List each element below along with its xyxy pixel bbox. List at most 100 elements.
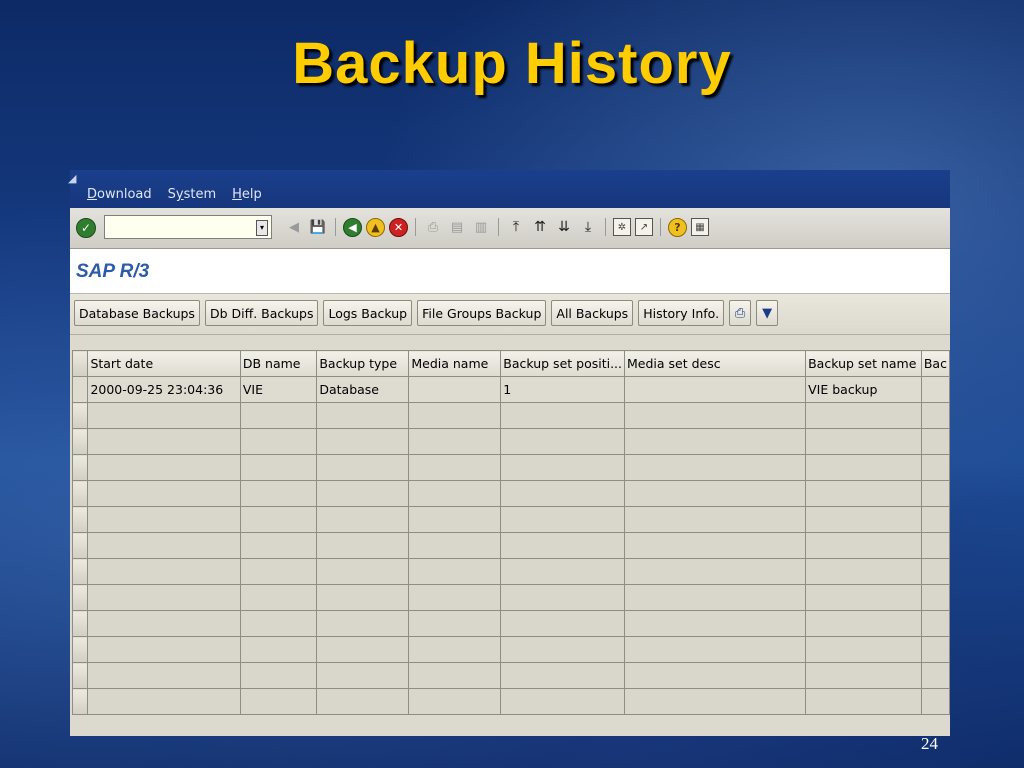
table-cell [920,480,950,507]
column-header[interactable]: Backup set name [805,350,922,377]
table-cell [805,558,922,585]
select-all-cell[interactable] [71,350,89,377]
table-cell [500,532,625,559]
table-cell [316,480,410,507]
last-page-icon[interactable]: ⤓ [578,217,598,237]
column-header[interactable]: Backup type [316,350,410,377]
window-menu-icon[interactable]: ◢ [68,172,76,185]
table-row[interactable] [71,428,950,455]
table-cell [920,584,950,611]
table-cell [408,688,502,715]
table-row[interactable] [71,558,950,585]
table-cell [805,532,922,559]
row-selector[interactable] [71,636,89,663]
exit-icon[interactable]: ▲ [366,217,385,237]
row-selector[interactable] [71,402,89,429]
row-selector[interactable] [71,662,89,689]
command-history-icon[interactable]: ▾ [256,220,268,236]
slide-title: Backup History [292,31,732,96]
create-session-icon[interactable]: ✲ [613,218,631,236]
toolbar-separator [660,218,661,236]
column-header[interactable]: DB name [239,350,318,377]
backup-history-table: Start date DB name Backup type Media nam… [71,350,950,715]
table-header-row: Start date DB name Backup type Media nam… [71,350,950,377]
filter-icon[interactable]: ▼ [756,300,779,326]
table-cell [408,506,502,533]
table-cell [623,688,807,715]
sap-window: ◢ Download System Help ✓ ▾ ◀ 💾 ◀ ▲ ✕ ⎙ ▤… [68,170,950,736]
row-selector[interactable] [71,584,89,611]
row-selector[interactable] [71,558,89,585]
row-selector[interactable] [71,428,89,455]
back-icon[interactable]: ◀ [343,217,362,237]
print-icon[interactable]: ⎙ [423,217,443,237]
table-row[interactable] [71,662,950,689]
file-groups-backup-button[interactable]: File Groups Backup [417,300,547,326]
row-selector[interactable] [71,532,89,559]
menu-help[interactable]: Help [232,187,262,202]
next-page-icon[interactable]: ⇊ [554,217,574,237]
menu-download[interactable]: Download [87,187,152,202]
table-cell [87,584,241,611]
row-selector[interactable] [71,610,89,637]
history-info-button[interactable]: History Info. [638,300,725,326]
title-bar: SAP R/3 [70,249,950,294]
table-cell [920,636,950,663]
table-cell [805,610,922,637]
menu-system[interactable]: System [168,187,217,202]
collapse-arrow-icon[interactable]: ◀ [284,217,304,237]
table-row[interactable] [71,506,950,533]
table-cell [87,688,241,715]
table-cell [239,584,318,611]
enter-check-icon[interactable]: ✓ [76,218,96,238]
column-header[interactable]: Media name [408,350,502,377]
find-next-icon[interactable]: ▥ [471,217,491,237]
all-backups-button[interactable]: All Backups [551,300,634,326]
table-row[interactable] [71,532,950,559]
find-icon[interactable]: ▤ [447,217,467,237]
row-selector[interactable] [71,376,89,403]
table-cell [316,584,410,611]
table-cell [920,688,950,715]
table-cell [623,610,807,637]
column-header[interactable]: Media set desc [623,350,807,377]
help-icon[interactable]: ? [668,217,687,237]
shortcut-icon[interactable]: ↗ [635,218,653,236]
table-row[interactable] [71,454,950,481]
table-row[interactable] [71,584,950,611]
column-header[interactable]: Backup set positi... [500,350,625,377]
column-header[interactable]: Start date [87,350,241,377]
logs-backup-button[interactable]: Logs Backup [323,300,413,326]
table-row[interactable] [71,480,950,507]
table-cell [87,454,241,481]
table-cell [623,480,807,507]
row-selector[interactable] [71,454,89,481]
database-backups-button[interactable]: Database Backups [74,300,200,326]
table-cell [500,688,625,715]
table-cell [920,376,950,403]
table-cell [623,532,807,559]
table-row[interactable] [71,636,950,663]
command-field[interactable] [104,215,272,239]
table-row[interactable] [71,610,950,637]
layout-menu-icon[interactable]: ▦ [691,218,709,236]
row-selector[interactable] [71,506,89,533]
column-header[interactable]: Bac [920,350,950,377]
row-selector[interactable] [71,688,89,715]
first-page-icon[interactable]: ⤒ [506,217,526,237]
db-diff-backups-button[interactable]: Db Diff. Backups [204,300,319,326]
table-cell [408,558,502,585]
table-cell [805,584,922,611]
table-row[interactable] [71,402,950,429]
toolbar-separator [605,218,606,236]
table-cell [805,688,922,715]
cancel-icon[interactable]: ✕ [389,217,408,237]
table-row[interactable]: 2000-09-25 23:04:36 VIE Database 1 VIE b… [71,376,950,403]
table-cell [408,584,502,611]
save-icon[interactable]: 💾 [308,217,328,237]
previous-page-icon[interactable]: ⇈ [530,217,550,237]
printer-icon[interactable]: ⎙ [729,300,752,326]
row-selector[interactable] [71,480,89,507]
table-row[interactable] [71,688,950,715]
table-cell [920,402,950,429]
